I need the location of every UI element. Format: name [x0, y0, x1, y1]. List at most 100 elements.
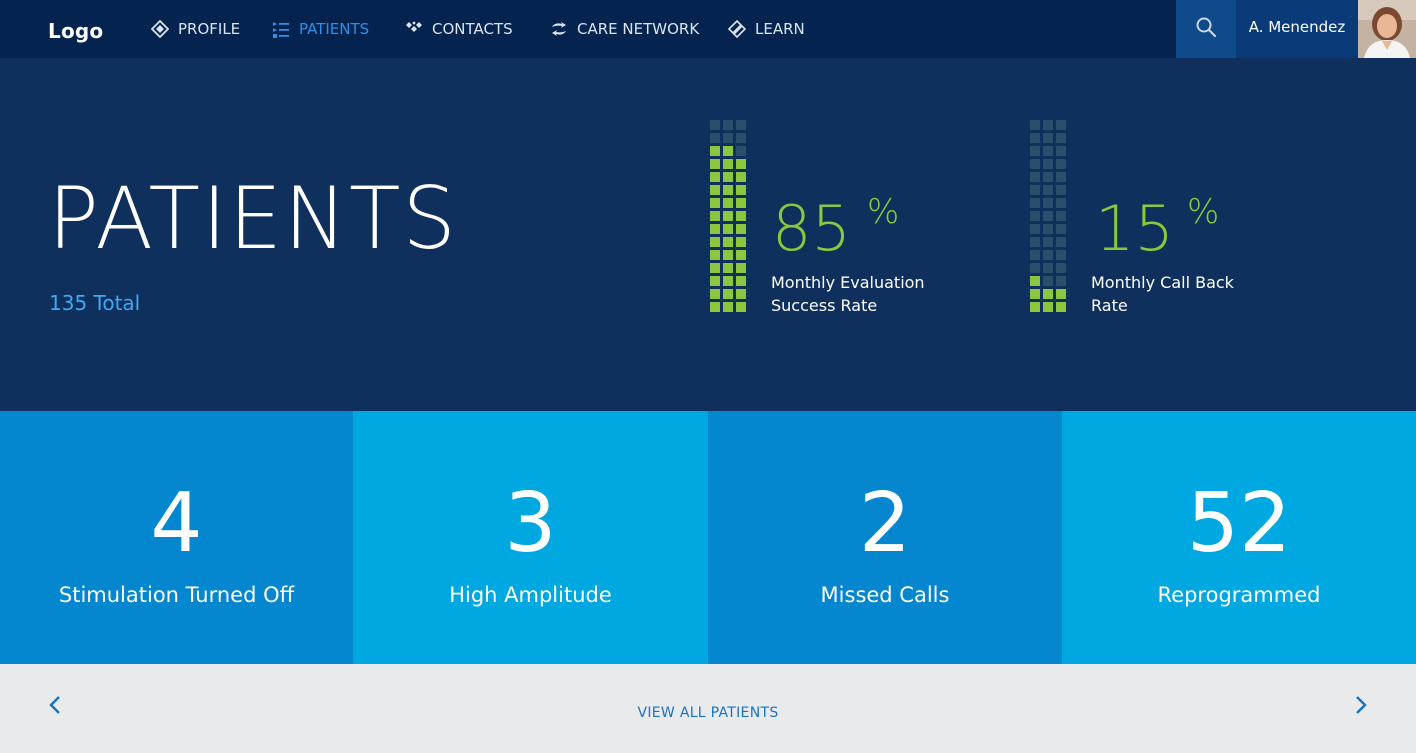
- progress-cell: [710, 185, 720, 195]
- progress-cell: [1043, 198, 1053, 208]
- progress-cell: [736, 263, 746, 273]
- metric-unit: %: [1187, 192, 1220, 232]
- progress-cell: [723, 289, 733, 299]
- progress-cell: [710, 172, 720, 182]
- top-nav: Logo PROFILE PATIENTS CONTACTS CARE NETW…: [0, 0, 1416, 58]
- progress-cell: [723, 302, 733, 312]
- tile-reprogrammed[interactable]: 52 Reprogrammed: [1062, 411, 1416, 664]
- tile-number: 3: [504, 476, 557, 571]
- progress-cell: [1056, 185, 1066, 195]
- progress-cell: [736, 159, 746, 169]
- progress-cell: [1056, 276, 1066, 286]
- progress-cell: [723, 185, 733, 195]
- progress-cell: [736, 172, 746, 182]
- progress-cell: [1056, 250, 1066, 260]
- progress-cell: [723, 198, 733, 208]
- progress-cell: [1056, 289, 1066, 299]
- progress-cell: [723, 250, 733, 260]
- nav-item-label: PATIENTS: [299, 20, 370, 38]
- progress-cell: [1056, 159, 1066, 169]
- progress-cell: [1043, 289, 1053, 299]
- progress-cell: [723, 224, 733, 234]
- progress-cell: [736, 185, 746, 195]
- progress-cell: [1056, 237, 1066, 247]
- nav-item-profile[interactable]: PROFILE: [150, 0, 240, 58]
- progress-cell: [736, 211, 746, 221]
- progress-cell: [723, 146, 733, 156]
- progress-cell: [1043, 224, 1053, 234]
- progress-cell: [1030, 289, 1040, 299]
- tile-stimulation-off[interactable]: 4 Stimulation Turned Off: [0, 411, 353, 664]
- progress-cell: [1043, 276, 1053, 286]
- progress-grid: [1030, 120, 1066, 312]
- progress-cell: [1056, 172, 1066, 182]
- metric-label: Monthly Evaluation Success Rate: [771, 273, 925, 315]
- list-icon: [271, 19, 291, 39]
- user-menu[interactable]: A. Menendez: [1236, 0, 1358, 58]
- nav-item-patients[interactable]: PATIENTS: [271, 0, 369, 58]
- metric-value: 15: [1095, 192, 1174, 265]
- progress-cell: [1043, 237, 1053, 247]
- hero-section: PATIENTS 135 Total 85 % Monthly Evaluati…: [0, 58, 1416, 411]
- progress-cell: [710, 198, 720, 208]
- view-all-link[interactable]: VIEW ALL PATIENTS: [0, 705, 1416, 721]
- nav-item-care-network[interactable]: CARE NETWORK: [549, 0, 699, 58]
- progress-cell: [1030, 263, 1040, 273]
- tile-high-amplitude[interactable]: 3 High Amplitude: [353, 411, 708, 664]
- progress-cell: [723, 172, 733, 182]
- logo[interactable]: Logo: [48, 19, 103, 43]
- progress-cell: [1056, 198, 1066, 208]
- progress-cell: [1030, 185, 1040, 195]
- progress-cell: [1043, 250, 1053, 260]
- progress-cell: [736, 250, 746, 260]
- progress-cell: [1030, 224, 1040, 234]
- progress-cell: [1030, 120, 1040, 130]
- progress-cell: [1030, 198, 1040, 208]
- nav-item-contacts[interactable]: CONTACTS: [404, 0, 513, 58]
- nav-item-label: CARE NETWORK: [577, 20, 700, 38]
- avatar[interactable]: [1358, 0, 1416, 58]
- learn-icon: [727, 19, 747, 39]
- tile-missed-calls[interactable]: 2 Missed Calls: [708, 411, 1062, 664]
- progress-grid: [710, 120, 746, 312]
- progress-cell: [710, 133, 720, 143]
- footer-bar: VIEW ALL PATIENTS: [0, 664, 1416, 753]
- progress-cell: [736, 302, 746, 312]
- progress-cell: [1056, 120, 1066, 130]
- progress-cell: [1030, 302, 1040, 312]
- tile-number: 4: [150, 476, 203, 571]
- progress-cell: [723, 276, 733, 286]
- progress-cell: [1056, 133, 1066, 143]
- diamond-icon: [150, 19, 170, 39]
- progress-cell: [710, 159, 720, 169]
- progress-cell: [710, 250, 720, 260]
- progress-cell: [736, 198, 746, 208]
- progress-cell: [710, 237, 720, 247]
- progress-cell: [1030, 172, 1040, 182]
- progress-cell: [1030, 133, 1040, 143]
- progress-cell: [1030, 211, 1040, 221]
- tile-label: High Amplitude: [449, 583, 612, 607]
- progress-cell: [736, 146, 746, 156]
- progress-cell: [736, 276, 746, 286]
- progress-cell: [1030, 159, 1040, 169]
- progress-cell: [723, 263, 733, 273]
- progress-cell: [736, 133, 746, 143]
- nav-item-label: PROFILE: [178, 20, 241, 38]
- search-button[interactable]: [1176, 0, 1236, 58]
- progress-cell: [1043, 120, 1053, 130]
- progress-cell: [710, 276, 720, 286]
- progress-cell: [723, 159, 733, 169]
- nav-item-learn[interactable]: LEARN: [727, 0, 805, 58]
- progress-cell: [1056, 263, 1066, 273]
- progress-cell: [1043, 211, 1053, 221]
- metric-value: 85: [772, 192, 851, 265]
- tile-label: Reprogrammed: [1157, 583, 1321, 607]
- progress-cell: [1043, 172, 1053, 182]
- progress-cell: [723, 120, 733, 130]
- progress-cell: [736, 120, 746, 130]
- nav-item-label: LEARN: [755, 20, 805, 38]
- metric-label: Monthly Call Back Rate: [1091, 273, 1234, 315]
- progress-cell: [1030, 250, 1040, 260]
- next-button[interactable]: [1346, 692, 1376, 722]
